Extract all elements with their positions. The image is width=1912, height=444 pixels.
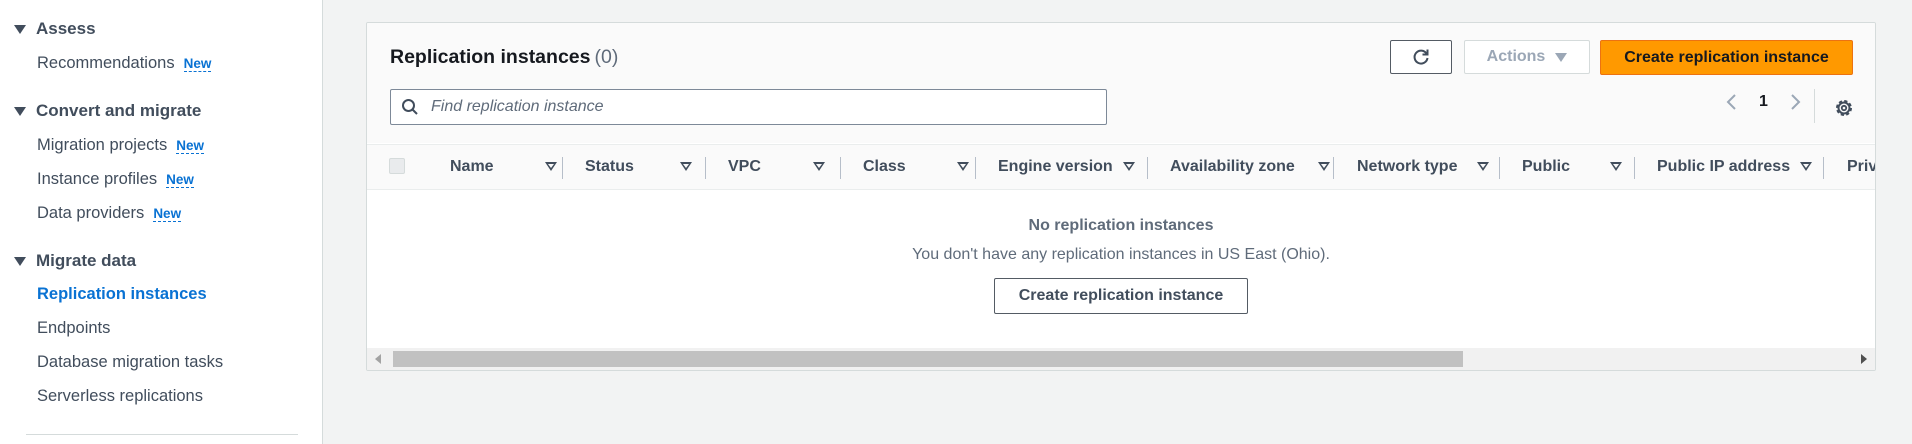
new-badge[interactable]: New bbox=[183, 56, 212, 72]
new-badge[interactable]: New bbox=[166, 172, 194, 188]
select-all-checkbox[interactable] bbox=[389, 158, 405, 174]
caret-down-icon bbox=[14, 256, 26, 266]
refresh-icon bbox=[1413, 49, 1429, 65]
column-resizer[interactable] bbox=[1333, 157, 1334, 179]
gear-icon[interactable] bbox=[1833, 97, 1855, 119]
column-label: Engine version bbox=[998, 158, 1113, 175]
column-header-engine-version[interactable]: Engine version bbox=[998, 145, 1148, 189]
page-title: Replication instances (0) bbox=[390, 46, 618, 69]
empty-state-description: You don't have any replication instances… bbox=[912, 246, 1330, 263]
new-badge[interactable]: New bbox=[176, 138, 204, 154]
horizontal-scrollbar[interactable] bbox=[367, 348, 1875, 370]
chevron-left-icon[interactable] bbox=[1725, 93, 1739, 111]
caret-down-icon bbox=[14, 24, 26, 34]
column-header-public-ip-address[interactable]: Public IP address bbox=[1657, 145, 1827, 189]
title-text: Replication instances bbox=[390, 46, 591, 68]
column-resizer[interactable] bbox=[840, 157, 841, 179]
create-replication-instance-button[interactable]: Create replication instance bbox=[1600, 40, 1853, 75]
sort-icon bbox=[813, 162, 825, 171]
pagination: 1 bbox=[1725, 93, 1802, 111]
sidebar-item-recommendations[interactable]: Recommendations New bbox=[37, 54, 212, 73]
column-header-status[interactable]: Status bbox=[585, 145, 705, 189]
column-resizer[interactable] bbox=[1634, 157, 1635, 179]
sidebar-item-migration-projects[interactable]: Migration projects New bbox=[37, 136, 204, 155]
column-header-class[interactable]: Class bbox=[863, 145, 978, 189]
table-header: Name Status VPC Class Engine version Ava… bbox=[367, 144, 1875, 190]
sidebar-item-label: Database migration tasks bbox=[37, 353, 224, 371]
column-resizer[interactable] bbox=[1499, 157, 1500, 179]
sidebar-item-database-migration-tasks[interactable]: Database migration tasks bbox=[37, 353, 223, 372]
column-label: Name bbox=[450, 158, 494, 175]
caret-down-icon bbox=[14, 106, 26, 116]
column-header-availability-zone[interactable]: Availability zone bbox=[1170, 145, 1340, 189]
column-label: Priv bbox=[1847, 158, 1876, 175]
sidebar-item-label: Serverless replications bbox=[37, 387, 203, 405]
sort-icon bbox=[957, 162, 969, 171]
column-label: Availability zone bbox=[1170, 158, 1295, 175]
section-migrate-data[interactable]: Migrate data bbox=[14, 251, 136, 271]
column-label: Public bbox=[1522, 158, 1571, 175]
scroll-right-arrow-icon[interactable] bbox=[1861, 354, 1867, 364]
sort-icon bbox=[1610, 162, 1622, 171]
section-label: Assess bbox=[36, 19, 96, 38]
column-header-name[interactable]: Name bbox=[450, 145, 560, 189]
sidebar-item-label: Replication instances bbox=[37, 285, 207, 303]
create-label: Create replication instance bbox=[1624, 48, 1829, 66]
column-resizer[interactable] bbox=[705, 157, 706, 179]
column-header-private[interactable]: Priv bbox=[1847, 145, 1876, 189]
column-label: Network type bbox=[1357, 158, 1458, 175]
sidebar-item-label: Data providers bbox=[37, 204, 145, 222]
scroll-left-arrow-icon[interactable] bbox=[375, 354, 381, 364]
sort-icon bbox=[1800, 162, 1812, 171]
new-badge[interactable]: New bbox=[153, 206, 182, 222]
column-resizer[interactable] bbox=[562, 157, 563, 179]
empty-state-title: No replication instances bbox=[1028, 217, 1214, 234]
section-label: Convert and migrate bbox=[36, 101, 202, 120]
column-header-network-type[interactable]: Network type bbox=[1357, 145, 1507, 189]
sidebar-divider bbox=[26, 434, 298, 435]
caret-down-icon bbox=[1555, 52, 1568, 62]
column-resizer[interactable] bbox=[975, 157, 976, 179]
sidebar-item-data-providers[interactable]: Data providers New bbox=[37, 204, 182, 223]
sort-icon bbox=[1477, 162, 1489, 171]
search-icon bbox=[402, 99, 418, 115]
section-assess[interactable]: Assess bbox=[14, 19, 96, 39]
column-header-vpc[interactable]: VPC bbox=[728, 145, 838, 189]
page-number[interactable]: 1 bbox=[1759, 93, 1768, 111]
column-resizer[interactable] bbox=[1823, 157, 1824, 179]
column-header-public[interactable]: Public bbox=[1522, 145, 1642, 189]
refresh-button[interactable] bbox=[1390, 40, 1452, 74]
column-label: Public IP address bbox=[1657, 158, 1791, 175]
sort-icon bbox=[545, 162, 557, 171]
sidebar-item-label: Migration projects bbox=[37, 136, 168, 154]
replication-instances-panel: Replication instances (0) Actions Create … bbox=[366, 22, 1876, 371]
actions-button[interactable]: Actions bbox=[1464, 40, 1590, 74]
column-label: Status bbox=[585, 158, 634, 175]
actions-label: Actions bbox=[1486, 48, 1546, 65]
column-resizer[interactable] bbox=[1147, 157, 1148, 179]
sidebar-item-label: Instance profiles bbox=[37, 170, 158, 188]
sidebar-item-label: Recommendations bbox=[37, 54, 175, 72]
sidebar-item-replication-instances[interactable]: Replication instances bbox=[37, 285, 207, 304]
sidebar-item-endpoints[interactable]: Endpoints bbox=[37, 319, 110, 338]
section-label: Migrate data bbox=[36, 251, 137, 270]
sort-icon bbox=[1318, 162, 1330, 171]
sidebar-item-serverless-replications[interactable]: Serverless replications bbox=[37, 387, 203, 406]
sidebar-item-label: Endpoints bbox=[37, 319, 111, 337]
sidebar-nav: Assess Recommendations New Convert and m… bbox=[0, 0, 323, 444]
sort-icon bbox=[1123, 162, 1135, 171]
pagination-divider bbox=[1814, 89, 1815, 123]
button-label: Create replication instance bbox=[1018, 287, 1224, 304]
chevron-right-icon[interactable] bbox=[1788, 93, 1802, 111]
empty-create-replication-instance-button[interactable]: Create replication instance bbox=[994, 278, 1248, 314]
column-label: Class bbox=[863, 158, 906, 175]
sidebar-item-instance-profiles[interactable]: Instance profiles New bbox=[37, 170, 194, 189]
search-field[interactable] bbox=[390, 89, 1107, 125]
column-label: VPC bbox=[728, 158, 761, 175]
search-input[interactable] bbox=[429, 97, 1106, 117]
sort-icon bbox=[680, 162, 692, 171]
section-convert-and-migrate[interactable]: Convert and migrate bbox=[14, 101, 201, 121]
title-count: (0) bbox=[594, 46, 619, 68]
scrollbar-thumb[interactable] bbox=[393, 351, 1463, 367]
